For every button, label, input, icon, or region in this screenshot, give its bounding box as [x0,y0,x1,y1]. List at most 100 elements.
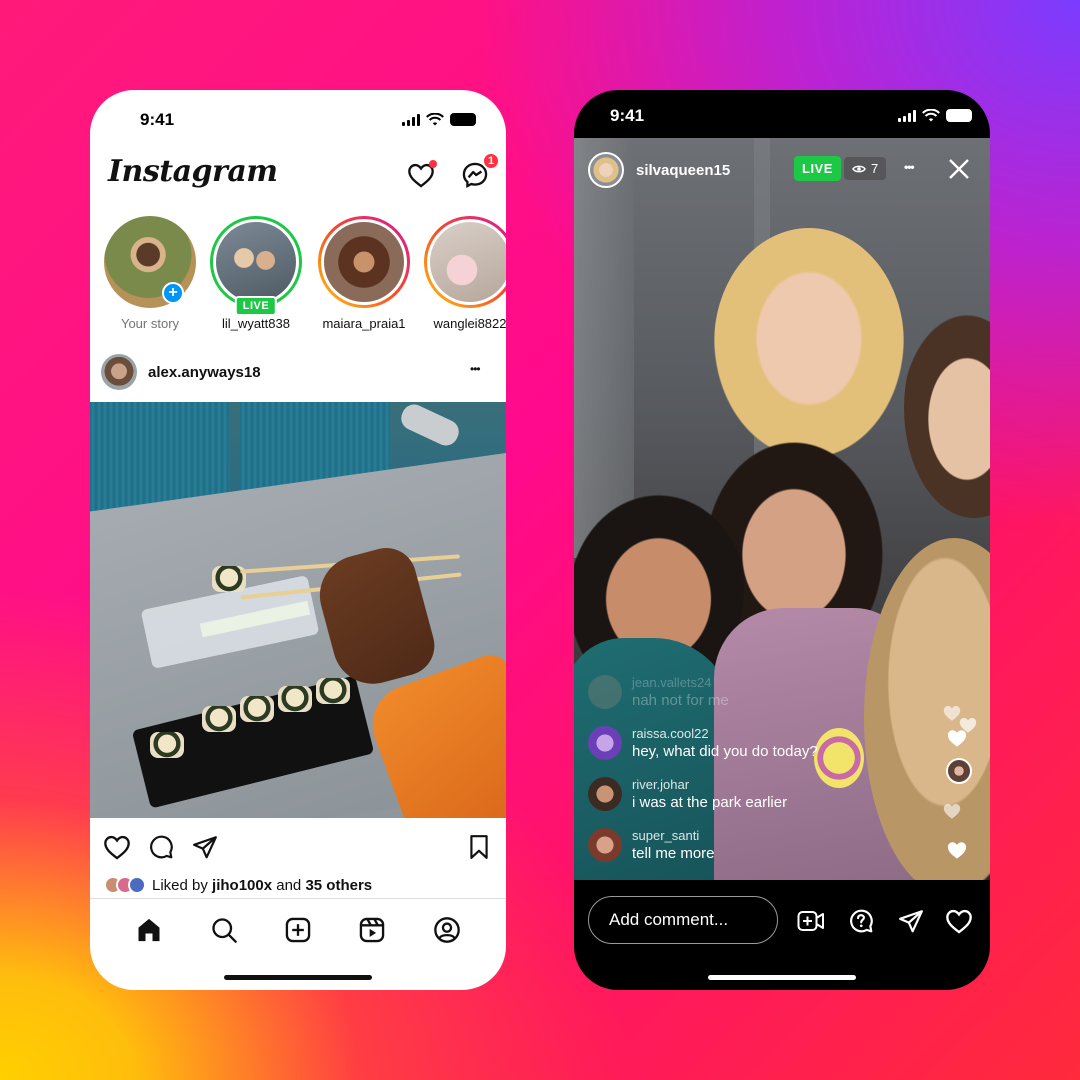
wifi-icon [426,113,444,126]
avatar [427,219,506,305]
feed-phone: 9:41 Instagram 1 + Your story LIVE lil_w… [90,90,506,990]
person [714,228,904,458]
home-indicator [708,975,856,980]
avatar[interactable] [588,152,624,188]
liked-prefix: Liked by [152,876,213,894]
sushi-piece [150,732,184,758]
story-lil-wyatt838[interactable]: LIVE lil_wyatt838 [208,216,304,331]
live-comment: river.johar i was at the park earlier [588,777,787,811]
heart-icon [104,835,130,860]
share-button[interactable] [190,832,220,862]
signal-icon [402,113,420,126]
sushi-piece [202,706,236,732]
divider [90,898,506,899]
avatar[interactable] [101,354,137,390]
tab-profile[interactable] [433,916,461,944]
battery-icon [450,113,476,126]
comment-text: nah not for me [632,692,729,709]
avatar [128,876,146,894]
tab-home[interactable] [135,916,163,944]
tab-bar [90,910,506,950]
liked-others[interactable]: 35 others [305,877,372,894]
messenger-button[interactable]: 1 [460,152,500,190]
armrest [397,402,463,450]
sushi-piece [278,686,312,712]
comment-button[interactable] [146,832,176,862]
add-guest-button[interactable] [796,906,826,936]
viewer-count-badge[interactable]: 7 [844,157,887,180]
notification-dot [429,160,437,168]
wifi-icon [922,109,940,122]
avatar [588,777,622,811]
comment-text: tell me more [632,845,715,862]
close-button[interactable] [946,156,972,182]
comment-username: raissa.cool22 [632,726,709,741]
status-time: 9:41 [610,106,645,125]
liked-by-row[interactable]: Liked by jiho100x and 35 others [104,876,372,894]
reels-icon [360,917,385,943]
question-button[interactable] [846,906,876,936]
comment-text: hey, what did you do today? [632,743,818,760]
post-photo[interactable] [90,402,506,818]
liked-user[interactable]: jiho100x [212,877,272,894]
comment-text: i was at the park earlier [632,794,788,811]
avatar-reaction [946,758,972,784]
add-guest-icon [797,911,824,931]
comment-username: jean.vallets24 [632,675,712,690]
notifications-button[interactable] [406,160,437,190]
avatar [321,219,407,305]
story-label: lil_wyatt838 [222,316,290,331]
post-more-button[interactable]: ••• [470,362,481,376]
story-label: wanglei8822 [433,316,506,331]
live-comment: super_santi tell me more [588,828,715,862]
send-icon [193,836,217,859]
heart-reaction-icon [943,804,961,819]
live-host-username[interactable]: silvaqueen15 [636,162,730,179]
story-maiara-praia1[interactable]: maiara_praia1 [316,216,412,331]
close-icon [949,159,969,179]
post-username[interactable]: alex.anyways18 [148,364,261,381]
live-comment: raissa.cool22 hey, what did you do today… [588,726,818,760]
story-label: Your story [120,316,180,331]
comment-icon [150,835,173,859]
search-icon [211,918,237,943]
viewer-count: 7 [871,161,879,176]
avatar [588,828,622,862]
like-button[interactable] [102,832,132,862]
live-tag: LIVE [234,296,278,316]
sushi-piece [316,678,350,704]
tab-create[interactable] [284,916,312,944]
add-story-badge[interactable]: + [162,282,184,304]
comment-username: super_santi [632,828,700,843]
status-time: 9:41 [140,110,175,129]
save-button[interactable] [464,832,494,862]
story-gradient-ring [318,216,410,308]
question-icon [850,909,873,933]
live-phone: 9:41 silvaqueen15 LIVE 7 ••• jean.vallet… [574,90,990,990]
comment-username: river.johar [632,777,690,792]
tab-reels[interactable] [358,916,386,944]
create-icon [285,917,311,943]
add-comment-input[interactable]: Add comment... [588,896,778,944]
story-your-story[interactable]: + Your story [102,216,198,331]
tab-search[interactable] [210,916,238,944]
egg-ornament [814,728,864,788]
add-comment-placeholder: Add comment... [609,910,729,929]
signal-icon [898,109,916,122]
live-video[interactable] [574,138,990,880]
story-gradient-ring [424,216,506,308]
status-icons [402,113,476,126]
like-button[interactable] [944,906,974,936]
story-wanglei8822[interactable]: wanglei8822 [422,216,506,331]
home-indicator [224,975,372,980]
sushi-piece [240,696,274,722]
home-icon [138,918,160,942]
bookmark-icon [470,835,488,859]
battery-icon [946,109,972,122]
live-more-button[interactable]: ••• [904,160,915,174]
liked-by-text: Liked by jiho100x and 35 others [152,877,372,894]
heart-reaction-icon [947,842,967,859]
instagram-logo: Instagram [108,154,278,189]
share-button[interactable] [896,906,926,936]
avatar [588,675,622,709]
